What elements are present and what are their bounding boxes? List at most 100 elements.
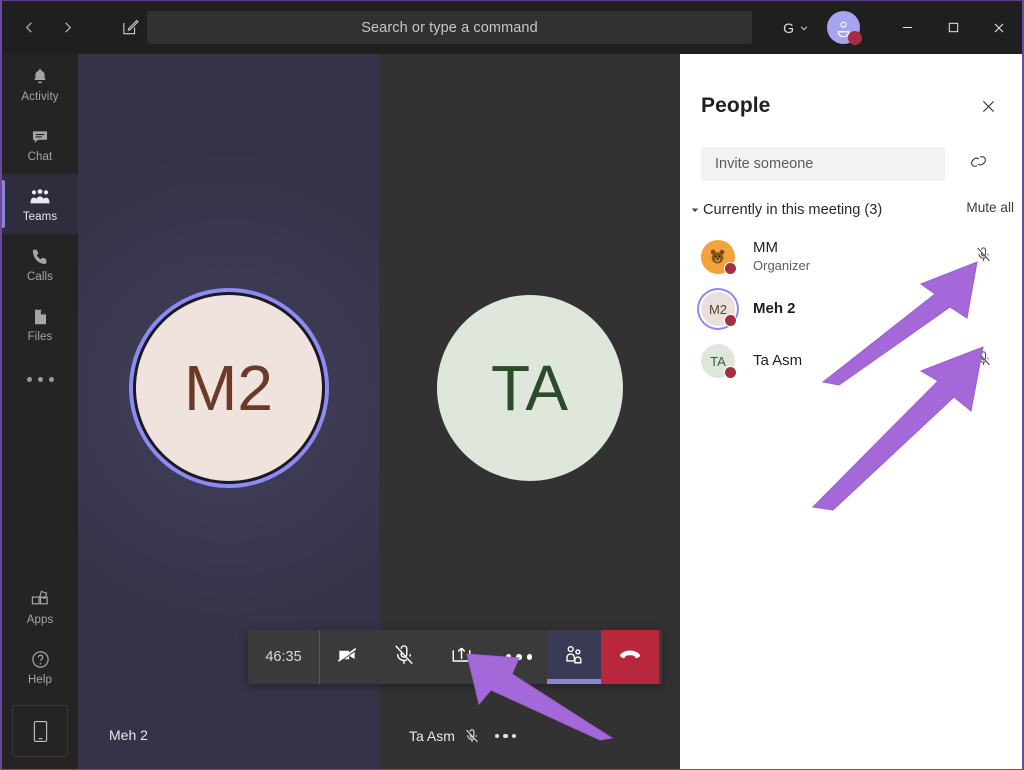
status-badge (724, 314, 737, 327)
people-icon (562, 643, 586, 672)
participant-name: MM (753, 239, 810, 258)
window-right-cluster: G (777, 1, 1022, 54)
sidebar-item-label: Calls (27, 271, 53, 283)
participant-name: Meh 2 (753, 300, 796, 319)
list-item[interactable]: TA Ta Asm (680, 335, 1022, 387)
participant-avatar-taasm: TA (437, 295, 623, 481)
invite-row (701, 147, 1001, 181)
title-bar: Search or type a command G (2, 1, 1022, 54)
sidebar-item-label: Activity (21, 91, 58, 103)
account-switcher[interactable]: G (777, 16, 815, 40)
more-horizontal-icon[interactable] (2, 354, 78, 404)
list-item[interactable]: M2 Meh 2 (680, 283, 1022, 335)
maximize-button[interactable] (930, 1, 976, 54)
sidebar-item-label: Files (28, 331, 53, 343)
chevron-down-icon (687, 205, 703, 215)
meeting-section-header[interactable]: Currently in this meeting (3) Mute all (687, 197, 1007, 223)
avatar: M2 (701, 292, 735, 326)
sidebar-item-apps[interactable]: Apps (2, 577, 78, 637)
copy-link-icon (968, 151, 989, 177)
page-title: People (701, 94, 770, 118)
mute-all-button[interactable]: Mute all (966, 200, 1014, 215)
mic-muted-icon[interactable] (975, 350, 992, 372)
tile-more-options-button[interactable] (495, 734, 517, 739)
tile-label-group-taasm: Ta Asm (409, 728, 516, 744)
mic-muted-icon (464, 728, 480, 744)
mobile-device-icon[interactable] (12, 705, 68, 757)
compose-pencil-icon[interactable] (112, 11, 148, 45)
video-stage: M2 TA Meh 2 Ta Asm (78, 54, 680, 769)
participant-list: MM Organizer M2 (680, 231, 1022, 387)
avatar-initials: M2 (709, 302, 727, 317)
share-screen-button[interactable] (432, 630, 491, 684)
teams-people-icon (29, 186, 51, 208)
more-actions-button[interactable] (491, 630, 547, 684)
hang-up-button[interactable] (601, 630, 659, 684)
mic-muted-icon[interactable] (975, 246, 992, 268)
camera-off-icon (336, 643, 360, 672)
teams-window: Search or type a command G (0, 0, 1024, 770)
participant-meta: Meh 2 (753, 300, 796, 319)
call-control-bar: 46:35 (248, 630, 662, 684)
participant-role: Organizer (753, 258, 810, 275)
minimize-button[interactable] (884, 1, 930, 54)
participant-name: Ta Asm (753, 352, 802, 371)
bell-icon (30, 66, 50, 88)
status-badge (724, 366, 737, 379)
phone-hangup-icon (617, 642, 643, 673)
show-participants-button[interactable] (547, 630, 601, 684)
mic-muted-icon (392, 643, 416, 672)
sidebar-item-calls[interactable]: Calls (2, 234, 78, 294)
invite-someone-input[interactable] (701, 147, 945, 181)
question-circle-icon (30, 649, 51, 671)
rail-bottom-group: Apps Help (2, 577, 78, 769)
sidebar-item-label: Chat (28, 151, 53, 163)
camera-off-button[interactable] (320, 630, 376, 684)
share-screen-icon (450, 643, 473, 671)
search-placeholder: Search or type a command (361, 20, 538, 36)
more-horizontal-icon (506, 654, 533, 660)
left-nav-rail: Activity Chat Teams Calls (2, 54, 78, 769)
avatar-initials: TA (491, 351, 568, 425)
tile-label-meh2: Meh 2 (109, 727, 148, 743)
copy-link-button[interactable] (958, 147, 998, 181)
sidebar-item-label: Teams (23, 211, 57, 223)
back-button[interactable] (12, 11, 46, 45)
people-panel-header: People (680, 54, 1022, 92)
list-item[interactable]: MM Organizer (680, 231, 1022, 283)
close-panel-button[interactable] (980, 98, 997, 120)
sidebar-item-label: Help (28, 674, 52, 686)
participant-avatar-meh2: M2 (136, 295, 322, 481)
sidebar-item-label: Apps (27, 614, 54, 626)
account-initial: G (783, 20, 794, 36)
forward-button[interactable] (50, 11, 84, 45)
section-label: Currently in this meeting (3) (703, 202, 882, 218)
mic-off-button[interactable] (376, 630, 432, 684)
avatar-initials: M2 (184, 351, 273, 425)
sidebar-item-activity[interactable]: Activity (2, 54, 78, 114)
chat-bubble-icon (30, 126, 50, 148)
tile-label-taasm: Ta Asm (409, 728, 455, 744)
sidebar-item-chat[interactable]: Chat (2, 114, 78, 174)
sidebar-item-help[interactable]: Help (2, 637, 78, 697)
avatar-initials: TA (710, 354, 726, 369)
avatar: TA (701, 344, 735, 378)
apps-grid-icon (30, 589, 51, 611)
participant-meta: Ta Asm (753, 352, 802, 371)
search-bar[interactable]: Search or type a command (147, 11, 752, 44)
avatar[interactable] (827, 11, 860, 44)
navigation-arrows (12, 11, 84, 45)
phone-icon (30, 246, 50, 268)
tile-name-bar: Meh 2 Ta Asm (78, 707, 680, 769)
avatar (701, 240, 735, 274)
chevron-down-icon (799, 23, 809, 33)
close-button[interactable] (976, 1, 1022, 54)
sidebar-item-files[interactable]: Files (2, 294, 78, 354)
participant-meta: MM Organizer (753, 239, 810, 275)
call-timer: 46:35 (248, 630, 320, 684)
status-badge (724, 262, 737, 275)
close-icon (980, 98, 997, 115)
people-panel: People Currently in this meeting (3) (680, 54, 1022, 769)
status-badge (848, 31, 862, 45)
sidebar-item-teams[interactable]: Teams (2, 174, 78, 234)
